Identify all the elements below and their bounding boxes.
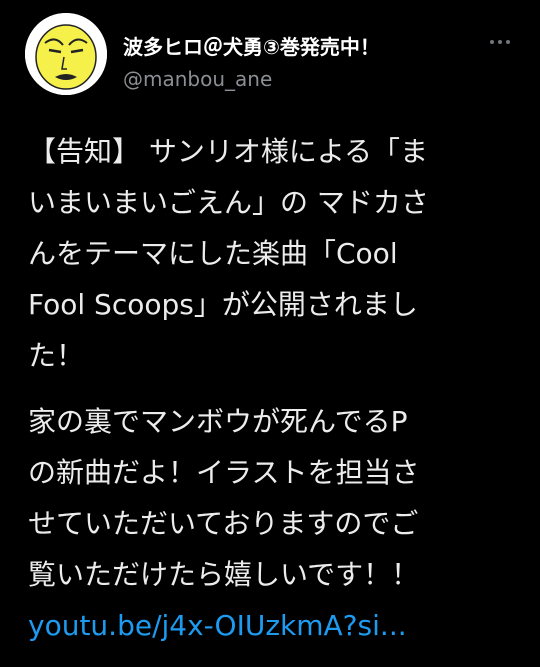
tweet-line: せていただいておりますのでご bbox=[28, 507, 419, 540]
tweet-body: 【告知】 サンリオ様による「ま いまいまいごえん」の マドカさ んをテーマにした… bbox=[28, 126, 518, 651]
yellow-face-avatar-icon bbox=[25, 13, 107, 95]
more-options-button[interactable] bbox=[485, 35, 515, 49]
tweet-line: の新曲だよ！イラストを担当さ bbox=[28, 456, 420, 489]
tweet-line: んをテーマにした楽曲「Cool bbox=[28, 237, 398, 270]
author-handle[interactable]: @manbou_ane bbox=[123, 67, 380, 91]
avatar[interactable] bbox=[25, 13, 107, 95]
more-dot-icon bbox=[498, 40, 502, 44]
tweet-line: 【告知】 サンリオ様による「ま bbox=[28, 135, 429, 168]
tweet-line: 覧いただけたら嬉しいです！！ bbox=[28, 558, 420, 591]
more-dot-icon bbox=[506, 40, 510, 44]
tweet-paragraph-2: 家の裏でマンボウが死んでるP の新曲だよ！イラストを担当さ せていただいておりま… bbox=[28, 396, 518, 600]
tweet-line: 家の裏でマンボウが死んでるP bbox=[28, 405, 408, 438]
author-names: 波多ヒロ＠犬勇③巻発売中！ @manbou_ane bbox=[123, 31, 380, 91]
tweet-header: 波多ヒロ＠犬勇③巻発売中！ @manbou_ane bbox=[25, 13, 525, 103]
tweet-paragraph-1: 【告知】 サンリオ様による「ま いまいまいごえん」の マドカさ んをテーマにした… bbox=[28, 126, 518, 381]
youtube-link[interactable]: youtu.be/j4x-OIUzkmA?si... bbox=[28, 600, 518, 651]
more-dot-icon bbox=[490, 40, 494, 44]
tweet-line: た！ bbox=[28, 339, 85, 372]
tweet-line: Fool Scoops」が公開されまし bbox=[28, 288, 418, 321]
tweet-line: いまいまいごえん」の マドカさ bbox=[28, 186, 429, 219]
author-display-name[interactable]: 波多ヒロ＠犬勇③巻発売中！ bbox=[123, 31, 380, 60]
